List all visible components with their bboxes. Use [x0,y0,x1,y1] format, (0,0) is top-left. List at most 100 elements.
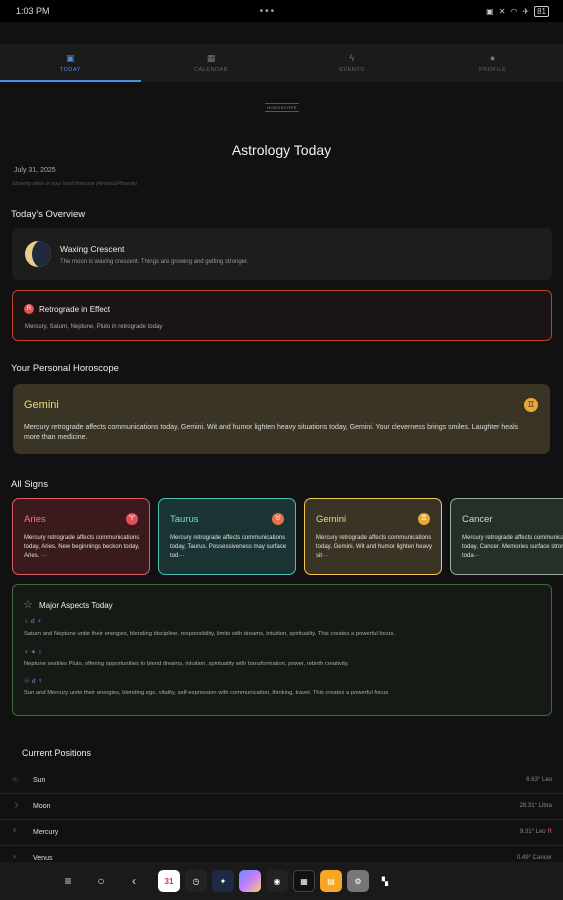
calendar-app-icon[interactable]: 31 [158,870,180,892]
taurus-icon: ♉ [272,513,284,525]
tab-label: TODAY [59,67,81,73]
retrograde-marker: R [547,829,552,835]
planet-position: 9.31° Leo R [520,829,552,835]
tab-label: EVENTS [339,67,365,73]
clock-app-icon[interactable]: ◷ [185,870,207,892]
status-icons: ▣ ✕ ◠ ✈ 81 [486,5,549,17]
moon-phase-description: The moon is waxing crescent. Things are … [60,259,249,265]
gemini-icon: ♊ [524,398,538,412]
calendar-grid-app-icon[interactable]: ▦ [293,870,315,892]
position-value: 28.31° Libra [519,803,552,809]
venus-icon: ♀ [12,854,18,861]
today-icon: ▣ [66,53,75,63]
all-signs-section-title: All Signs [11,479,48,490]
logo-text: HOROSCOPE [265,102,299,112]
sign-card-taurus[interactable]: Taurus ♉ Mercury retrograde affects commun… [158,498,296,575]
sun-icon: ☉ [12,777,19,784]
tab-bar: ▣ TODAY ▦ CALENDAR ϟ EVENTS ● PROFILE [0,44,563,82]
aspects-card: ☆ Major Aspects Today ♄ ☌ ♆ Saturn and N… [12,584,552,716]
sign-card-cancer[interactable]: Cancer♋Mercury retrograde affects commun… [450,498,563,575]
position-row-moon: ☽ Moon 28.31° Libra [0,794,563,820]
overview-section-title: Today's Overview [11,209,86,220]
airplane-icon: ✈ [522,6,530,16]
star-icon: ☆ [23,599,33,611]
aspect-text: Neptune sextiles Pluto, offering opportu… [24,661,349,667]
back-button[interactable]: ‹ [120,867,148,895]
home-button[interactable]: ○ [87,867,115,895]
tab-label: CALENDAR [194,67,229,73]
position-row-sun: ☉ Sun 8.63° Leo [0,768,563,794]
position-value: 0.49° Cancer [516,855,552,861]
notes-app-icon[interactable]: ▤ [320,870,342,892]
retrograde-card[interactable]: R Retrograde in Effect Mercury, Saturn, … [12,290,552,341]
app-drawer-icon[interactable]: ▚ [374,870,396,892]
timezone-note: Showing dates in your local timezone (Am… [12,181,138,187]
moon-icon: ☽ [12,803,19,810]
status-time: 1:03 PM [16,6,50,16]
aspect-glyph: ♆ ✶ ♇ [24,649,43,656]
gallery-app-icon[interactable] [239,870,261,892]
planet-name: Venus [33,855,53,862]
aspect-glyph: ♄ ☌ ♆ [24,618,42,625]
app-logo: HOROSCOPE [265,98,299,116]
sign-name: Aries [24,514,46,525]
planet-name: Sun [33,777,46,784]
aspect-glyph: ☉ ☌ ☿ [24,678,43,685]
system-nav-bar: ≡ ○ ‹ 31 ◷ ✦ ◉ ▦ ▤ ⚙ ▚ [0,862,563,900]
planet-position: 8.63° Leo [526,777,552,783]
tab-today[interactable]: ▣ TODAY [0,44,141,82]
person-icon: ● [489,53,496,63]
bolt-icon: ϟ [349,53,355,63]
settings-app-icon[interactable]: ⚙ [347,870,369,892]
sign-name: Taurus [170,514,199,525]
sign-text: Mercury retrograde affects communication… [316,535,432,559]
tab-label: PROFILE [479,67,507,73]
notification-icon: ▣ [486,6,494,16]
horoscope-sign-name: Gemini [24,399,59,411]
planet-position: 28.31° Libra [520,803,552,809]
planet-position: 0.49° Cancer [517,855,552,861]
page-title: Astrology Today [231,142,332,158]
sign-name: Gemini [316,514,347,525]
sparkle-app-icon[interactable]: ✦ [212,870,234,892]
sign-name: Cancer [462,514,493,525]
mute-icon: ✕ [498,6,506,16]
tab-events[interactable]: ϟ EVENTS [282,44,423,82]
battery-icon: 81 [534,5,549,17]
moon-phase-card[interactable]: Waxing Crescent The moon is waxing cresc… [12,228,552,280]
sign-card-gemini[interactable]: Gemini ♊ Mercury retrograde affects commun… [304,498,442,575]
retrograde-title: Retrograde in Effect [39,305,111,314]
position-row-mercury: ☿ Mercury 9.31° Leo R [0,820,563,846]
main-content[interactable]: HOROSCOPE Astrology Today July 31, 2025 … [0,82,563,862]
sign-text: Mercury retrograde affects communication… [170,535,287,559]
horoscope-section-title: Your Personal Horoscope [11,363,119,374]
positions-title: Current Positions [22,748,92,758]
calendar-icon: ▦ [206,53,216,63]
planet-name: Mercury [33,829,59,836]
planet-name: Moon [33,803,51,810]
aspect-text: Sun and Mercury unite their energies, bl… [24,690,390,696]
status-bar: 1:03 PM ••• ▣ ✕ ◠ ✈ 81 [0,0,563,22]
moon-icon [25,241,51,267]
retrograde-description: Mercury, Saturn, Neptune, Pluto in retro… [25,324,163,330]
status-dots: ••• [259,5,277,17]
sign-text: Mercury retrograde affects communication… [24,535,140,559]
mercury-icon: ☿ [12,828,18,835]
personal-horoscope-card[interactable]: Gemini ♊ Mercury retrograde affects comm… [13,384,550,454]
menu-button[interactable]: ≡ [54,867,82,895]
aspects-title: Major Aspects Today [39,601,113,610]
tab-calendar[interactable]: ▦ CALENDAR [141,44,282,82]
sign-card-aries[interactable]: Aries ♈ Mercury retrograde affects communi… [12,498,150,575]
moon-phase-name: Waxing Crescent [60,244,125,254]
sign-text: Mercury retrograde affects communication… [462,535,563,559]
camera-app-icon[interactable]: ◉ [266,870,288,892]
tab-profile[interactable]: ● PROFILE [422,44,563,82]
wifi-icon: ◠ [510,6,518,16]
position-value: 9.31° Leo [519,829,546,835]
position-row-venus: ♀ Venus 0.49° Cancer [0,846,563,862]
retrograde-icon: R [24,304,34,314]
current-date: July 31, 2025 [14,167,56,174]
horoscope-text: Mercury retrograde affects communication… [24,424,519,441]
gemini-icon: ♊ [418,513,430,525]
top-spacer [0,22,563,44]
